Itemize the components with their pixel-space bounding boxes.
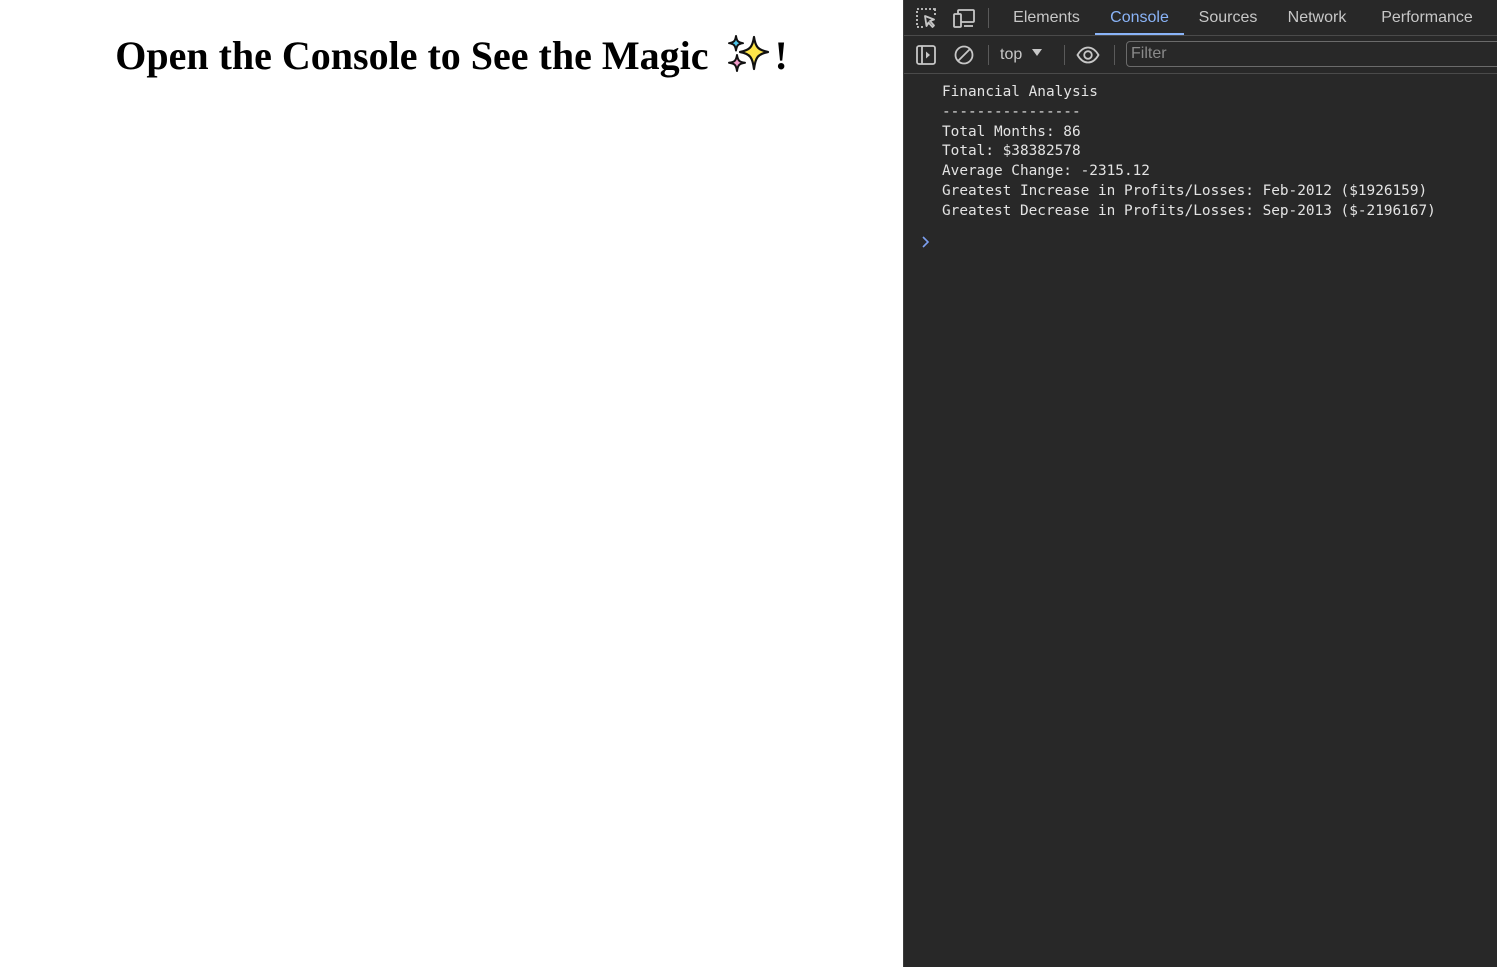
devtools-tab-bar: Elements Console Sources Network Perform…: [904, 0, 1497, 36]
console-log-line: Total Months: 86: [942, 123, 1081, 140]
toolbar-divider: [1114, 45, 1115, 65]
tab-sources[interactable]: Sources: [1188, 0, 1268, 35]
dropdown-arrow-icon: [1032, 49, 1043, 56]
console-log-line: Total: $38382578: [942, 143, 1081, 160]
toolbar-divider: [988, 45, 989, 65]
console-prompt-input[interactable]: [942, 232, 1482, 252]
live-expression-eye-icon[interactable]: [1076, 43, 1100, 67]
console-log-line: Greatest Increase in Profits/Losses: Feb…: [942, 182, 1428, 199]
tab-performance[interactable]: Performance: [1368, 0, 1486, 35]
clear-console-icon[interactable]: [952, 43, 976, 67]
filter-input[interactable]: [1126, 41, 1497, 67]
page-title-text: Open the Console to See the Magic: [115, 33, 709, 78]
page-title-suffix: !: [774, 33, 788, 78]
show-sidebar-icon[interactable]: [914, 43, 938, 67]
inspect-element-icon[interactable]: [914, 6, 938, 30]
console-log-line: Financial Analysis: [942, 84, 1098, 100]
toolbar-divider: [988, 8, 989, 28]
console-log-line: Average Change: -2315.12: [942, 163, 1150, 180]
console-toolbar: top: [904, 36, 1497, 74]
console-log-line: ----------------: [942, 103, 1081, 120]
console-output: Financial Analysis ---------------- Tota…: [904, 74, 1497, 967]
tab-console[interactable]: Console: [1095, 0, 1184, 35]
toolbar-divider: [1064, 45, 1065, 65]
page-viewport: Open the Console to See the Magic !: [0, 0, 903, 967]
console-prompt-chevron-icon: [922, 236, 930, 248]
context-selector[interactable]: top: [1000, 44, 1043, 66]
page-title: Open the Console to See the Magic !: [0, 33, 903, 79]
sparkles-icon: [728, 35, 770, 72]
context-selector-label: top: [1000, 46, 1023, 63]
device-toolbar-icon[interactable]: [952, 6, 976, 30]
devtools-panel: Elements Console Sources Network Perform…: [903, 0, 1497, 967]
tab-elements[interactable]: Elements: [1002, 0, 1091, 35]
console-log-group: Financial Analysis ---------------- Tota…: [904, 83, 1436, 222]
console-log-line: Greatest Decrease in Profits/Losses: Sep…: [942, 202, 1436, 219]
tab-network[interactable]: Network: [1276, 0, 1358, 35]
